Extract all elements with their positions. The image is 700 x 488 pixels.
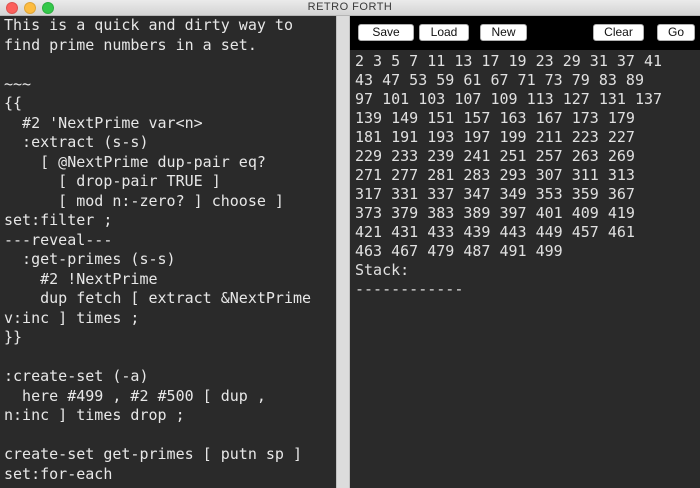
app-window: RETRO FORTH This is a quick and dirty wa… xyxy=(0,0,700,488)
output-line: 463 467 479 487 491 499 xyxy=(355,242,563,260)
code-line: here #499 , #2 #500 [ dup , xyxy=(4,386,266,405)
load-button[interactable]: Load xyxy=(419,24,469,41)
code-line: set:for-each xyxy=(4,464,113,483)
output-line: 317 331 337 347 349 353 359 367 xyxy=(355,185,635,203)
output-console: 2 3 5 7 11 13 17 19 23 29 31 37 41 43 47 … xyxy=(350,50,700,488)
code-line: This is a quick and dirty way to xyxy=(4,16,293,34)
output-line: Stack: xyxy=(355,261,410,279)
code-line: :extract (s-s) xyxy=(4,133,149,151)
save-button[interactable]: Save xyxy=(358,24,414,41)
code-line: {{ xyxy=(4,94,23,112)
code-line: ~~~ xyxy=(4,74,32,93)
code-line: [ drop-pair TRUE ] xyxy=(4,172,221,190)
code-line: :create-set (-a) xyxy=(4,367,149,385)
code-line: }} xyxy=(4,328,23,346)
output-panel: Save Load New Clear Go 2 3 5 7 11 13 17 … xyxy=(350,16,700,488)
code-line: #2 !NextPrime xyxy=(4,269,158,288)
clear-button[interactable]: Clear xyxy=(593,24,644,41)
code-line: [ @NextPrime dup-pair eq? xyxy=(4,152,266,171)
code-line: set:filter ; xyxy=(4,211,113,229)
code-line: dup fetch [ extract &NextPrime xyxy=(4,289,312,307)
output-line: 43 47 53 59 61 67 71 73 79 83 89 xyxy=(355,71,644,89)
code-line: ---reveal--- xyxy=(4,230,113,249)
code-line: [ mod n:-zero? ] choose ] xyxy=(4,191,284,210)
code-line: :get-primes (s-s) xyxy=(4,250,176,268)
output-line: 97 101 103 107 109 113 127 131 137 xyxy=(355,90,663,108)
go-button[interactable]: Go xyxy=(657,24,695,41)
output-line: 181 191 193 197 199 211 223 227 xyxy=(355,128,635,146)
toolbar: Save Load New Clear Go xyxy=(350,16,700,50)
code-line: ~~~ xyxy=(0,484,336,488)
code-line: v:inc ] times ; xyxy=(4,308,140,327)
output-line: 139 149 151 157 163 167 173 179 xyxy=(355,109,635,127)
code-line: n:inc ] times drop ; xyxy=(4,406,185,424)
window-title: RETRO FORTH xyxy=(307,1,393,13)
output-line: ------------ xyxy=(355,280,464,298)
output-line: 271 277 281 283 293 307 311 313 xyxy=(355,166,635,184)
code-editor[interactable]: This is a quick and dirty way to find pri… xyxy=(0,16,336,488)
new-button[interactable]: New xyxy=(480,24,527,41)
code-line: find prime numbers in a set. xyxy=(4,35,257,54)
title-bar: RETRO FORTH xyxy=(0,0,700,16)
output-line: 229 233 239 241 251 257 263 269 xyxy=(355,147,635,165)
output-line: 421 431 433 439 443 449 457 461 xyxy=(355,223,635,241)
code-line: create-set get-primes [ putn sp ] xyxy=(4,445,303,463)
code-line: #2 'NextPrime var<n> xyxy=(4,113,203,132)
output-line: 2 3 5 7 11 13 17 19 23 29 31 37 41 xyxy=(355,52,663,70)
output-line: 373 379 383 389 397 401 409 419 xyxy=(355,204,635,222)
split-divider[interactable] xyxy=(336,16,350,488)
